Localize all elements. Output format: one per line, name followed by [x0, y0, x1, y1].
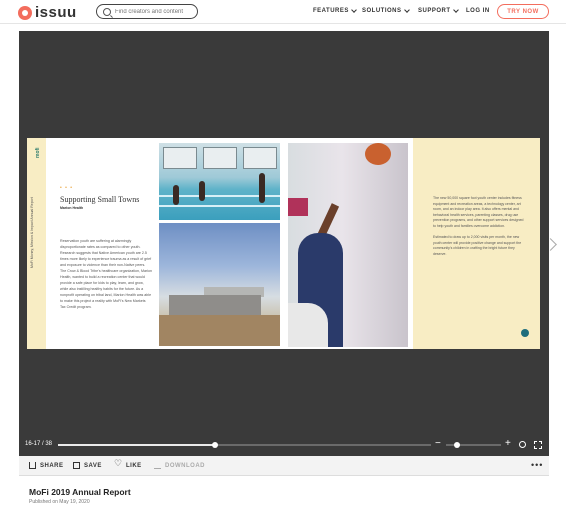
login-link[interactable]: LOG IN	[466, 8, 490, 14]
next-page-arrow-icon[interactable]	[550, 238, 556, 250]
nav-support[interactable]: SUPPORT	[418, 7, 459, 14]
window-shape	[163, 147, 197, 169]
download-icon	[154, 462, 161, 469]
swimmer-figure	[173, 185, 179, 205]
side-strip: mofi MoFi Money, Mission & Impact Annual…	[27, 138, 46, 349]
zoom-slider[interactable]	[446, 442, 501, 448]
section-heading: Supporting Small Towns	[60, 195, 140, 204]
fullscreen-icon[interactable]	[534, 441, 542, 449]
save-icon	[73, 462, 80, 469]
right-page: The new 50,000 square foot youth center …	[413, 138, 540, 349]
top-navigation: issuu FEATURES SOLUTIONS SUPPORT LOG IN …	[0, 0, 566, 24]
page-indicator: 16-17 / 38	[25, 441, 53, 447]
save-label: SAVE	[84, 462, 102, 469]
document-reader: mofi MoFi Money, Mission & Impact Annual…	[19, 31, 549, 456]
more-options-icon[interactable]: •••	[531, 460, 543, 470]
action-bar: SHARE SAVE LIKE DOWNLOAD •••	[19, 456, 549, 476]
nav-features[interactable]: FEATURES	[313, 7, 357, 14]
window-shape	[203, 147, 237, 169]
building-photo	[159, 223, 280, 346]
pool-lane	[159, 205, 280, 207]
login-label: LOG IN	[466, 8, 490, 14]
issuu-logo[interactable]: issuu	[18, 4, 77, 21]
reader-controls: 16-17 / 38 − +	[19, 438, 549, 452]
nav-support-label: SUPPORT	[418, 8, 451, 14]
share-label: SHARE	[40, 462, 64, 469]
zoom-handle[interactable]	[454, 442, 460, 448]
building-shape	[169, 295, 261, 317]
try-now-button[interactable]: TRY NOW	[497, 4, 549, 19]
magnifier-icon[interactable]	[519, 441, 526, 448]
save-button[interactable]: SAVE	[73, 462, 102, 469]
mofi-logo: mofi	[35, 147, 41, 158]
nav-features-label: FEATURES	[313, 8, 349, 14]
search-input[interactable]	[115, 8, 195, 15]
document-title: MoFi 2019 Annual Report	[29, 487, 131, 497]
chevron-down-icon	[452, 7, 459, 13]
decorative-dots: • • •	[60, 185, 74, 191]
share-icon	[29, 462, 36, 469]
nav-solutions[interactable]: SOLUTIONS	[362, 7, 410, 14]
pool-photo	[159, 143, 280, 220]
like-label: LIKE	[126, 462, 142, 469]
publish-date: Published on May 19, 2020	[29, 499, 90, 505]
wall-sign	[288, 198, 308, 216]
search-icon	[103, 7, 111, 16]
section-body: Reservation youth are suffering at alarm…	[60, 239, 152, 309]
right-page-text: The new 50,000 square foot youth center …	[433, 196, 525, 263]
like-button[interactable]: LIKE	[114, 458, 142, 469]
progress-handle[interactable]	[211, 442, 218, 448]
window-shape	[243, 147, 277, 169]
nav-solutions-label: SOLUTIONS	[362, 8, 402, 14]
foreground-shape	[288, 303, 328, 347]
swimmer-figure	[199, 181, 205, 201]
basketball-shape	[365, 143, 391, 165]
issuu-logo-icon	[18, 5, 32, 20]
download-button[interactable]: DOWNLOAD	[154, 462, 205, 469]
right-paragraph-1: The new 50,000 square foot youth center …	[433, 196, 524, 228]
search-box[interactable]	[96, 4, 198, 19]
share-button[interactable]: SHARE	[29, 462, 64, 469]
side-caption: MoFi Money, Mission & Impact Annual Repo…	[30, 197, 34, 268]
progress-fill	[58, 444, 215, 446]
swimmer-figure	[259, 173, 265, 203]
chevron-down-icon	[351, 7, 357, 13]
download-label: DOWNLOAD	[165, 462, 205, 469]
basketball-photo	[288, 143, 408, 347]
chevron-down-icon	[403, 7, 410, 13]
page-progress-bar[interactable]	[58, 442, 431, 448]
section-subheading: Marion Health	[60, 206, 84, 210]
page-spread: mofi MoFi Money, Mission & Impact Annual…	[27, 138, 540, 349]
arrow-circle-icon[interactable]	[521, 329, 529, 337]
ground-shape	[159, 315, 280, 346]
zoom-in-icon[interactable]: +	[505, 438, 511, 450]
zoom-out-icon[interactable]: −	[435, 438, 441, 450]
heart-icon	[114, 458, 123, 469]
right-paragraph-2: Estimated to draw up to 2,000 visits per…	[433, 235, 522, 256]
logo-text: issuu	[35, 4, 77, 21]
